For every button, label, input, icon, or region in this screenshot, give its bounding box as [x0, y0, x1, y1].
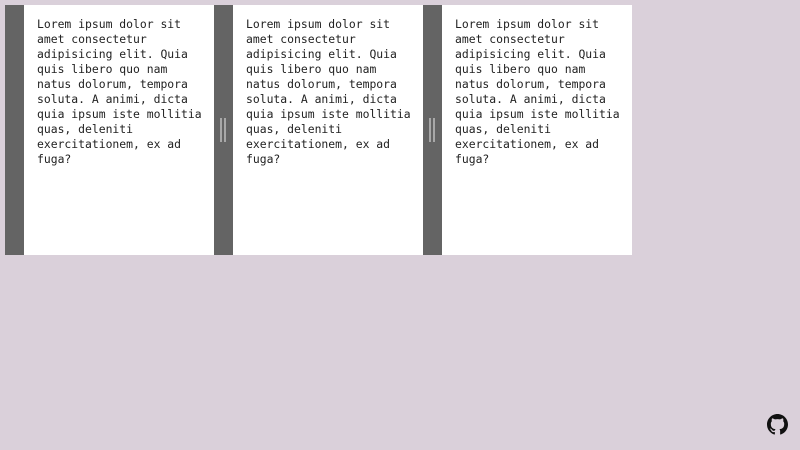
github-icon [767, 414, 788, 435]
panel-2-resize-handle[interactable] [214, 5, 233, 255]
panel-3-resize-handle[interactable] [423, 5, 442, 255]
github-link[interactable] [767, 414, 788, 435]
panel-1-text: Lorem ipsum dolor sit amet consectetur a… [37, 17, 202, 166]
panel-2-text: Lorem ipsum dolor sit amet consectetur a… [246, 17, 411, 166]
panel-2: Lorem ipsum dolor sit amet consectetur a… [214, 5, 423, 255]
panel-3-text: Lorem ipsum dolor sit amet consectetur a… [455, 17, 620, 166]
grip-icon [429, 118, 435, 142]
panel-1: Lorem ipsum dolor sit amet consectetur a… [5, 5, 214, 255]
panel-3-content: Lorem ipsum dolor sit amet consectetur a… [442, 5, 632, 255]
panel-2-content: Lorem ipsum dolor sit amet consectetur a… [233, 5, 423, 255]
panel-1-content: Lorem ipsum dolor sit amet consectetur a… [24, 5, 214, 255]
grip-icon [220, 118, 226, 142]
panel-1-side-bar [5, 5, 24, 255]
panel-3: Lorem ipsum dolor sit amet consectetur a… [423, 5, 632, 255]
resizable-panels: Lorem ipsum dolor sit amet consectetur a… [5, 5, 632, 255]
